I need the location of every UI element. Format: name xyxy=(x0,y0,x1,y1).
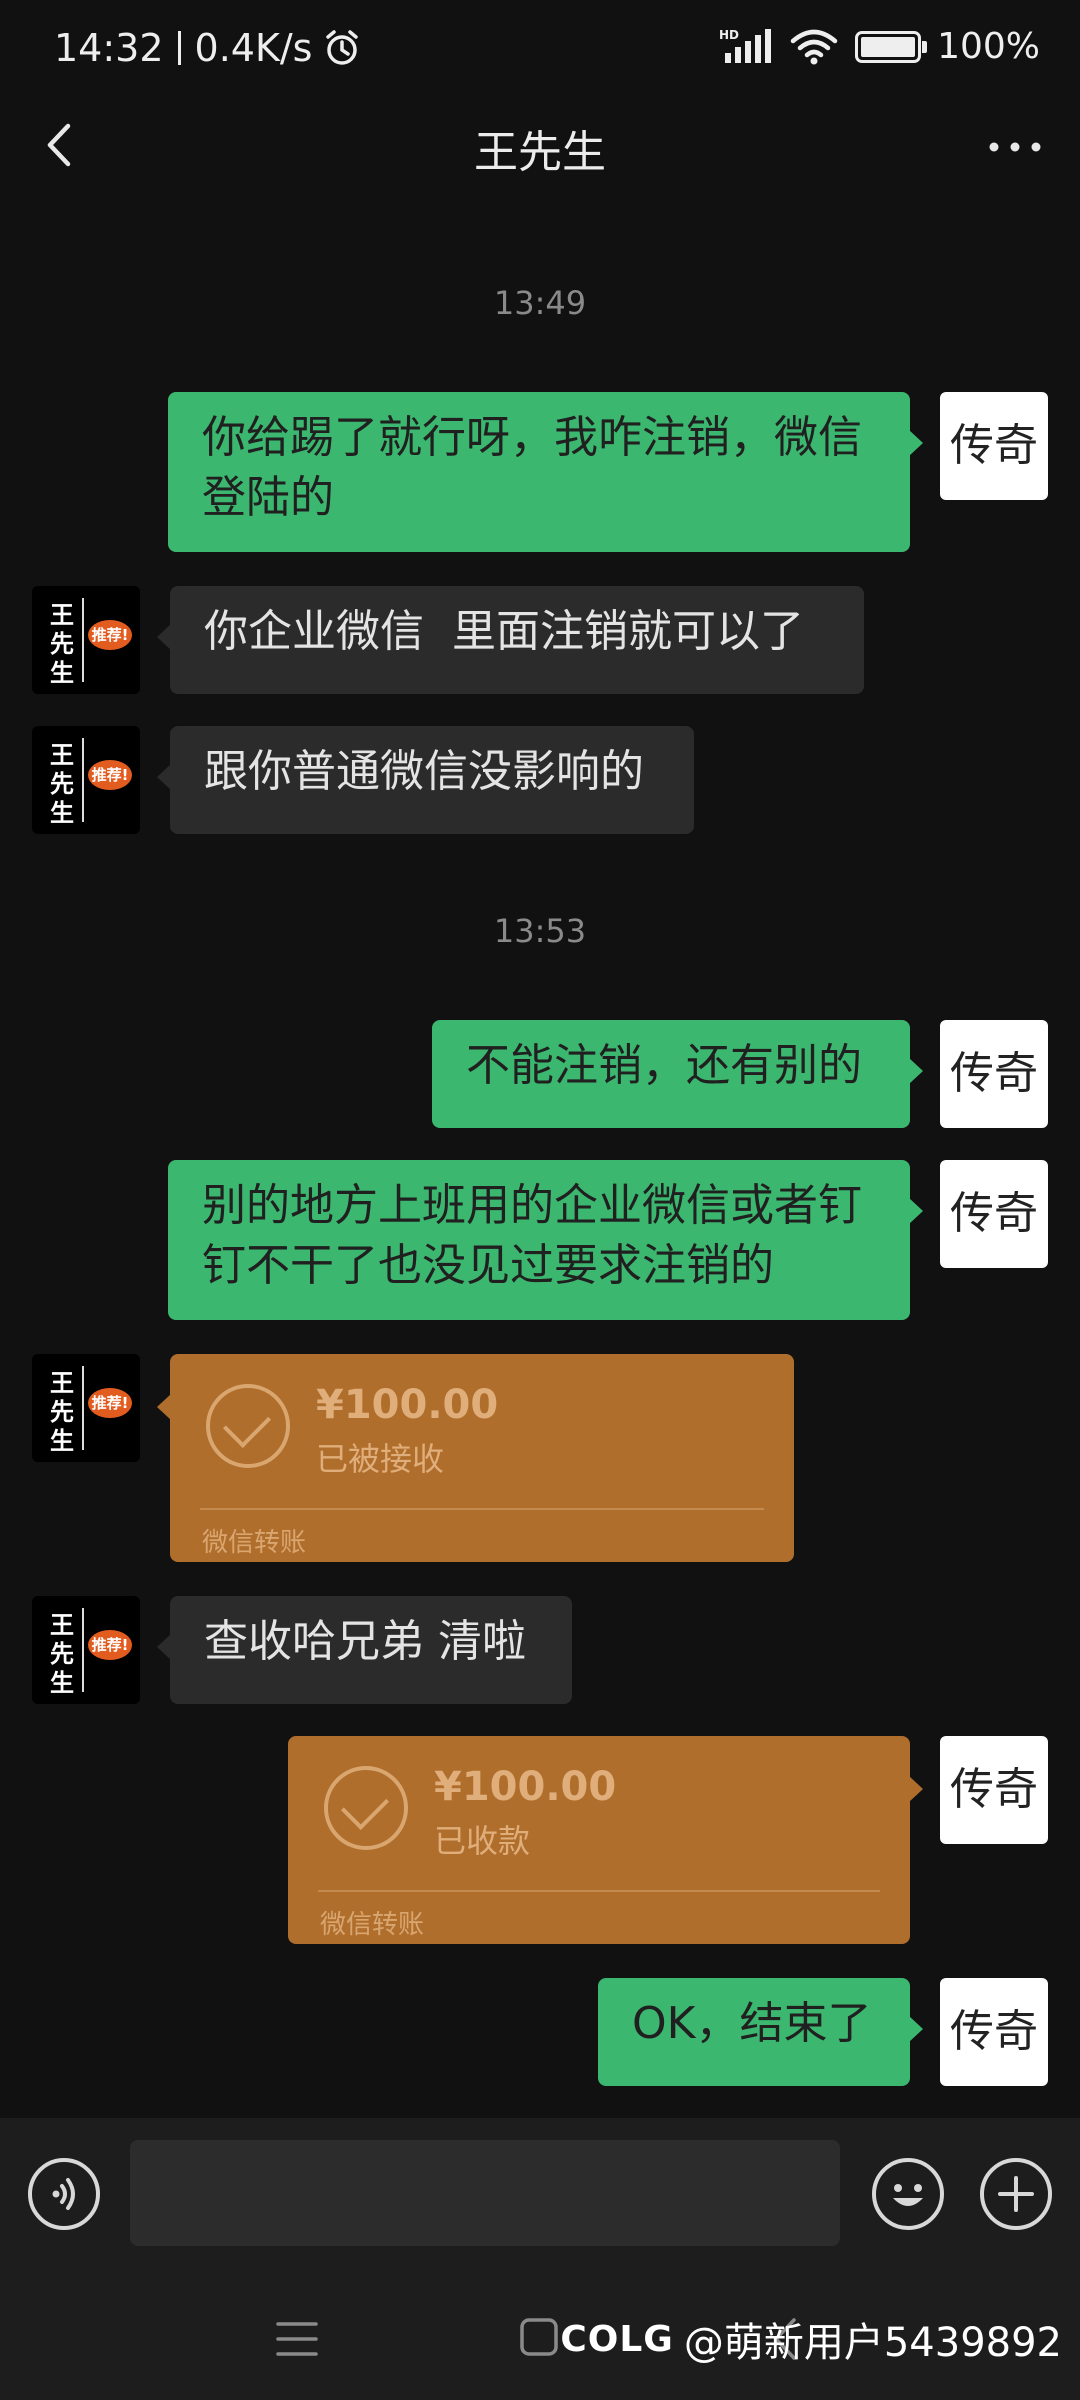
plus-icon xyxy=(998,2176,1034,2212)
chat-title: 王先生 xyxy=(474,127,606,178)
contact-avatar[interactable]: 王先生 推荐! xyxy=(32,1354,140,1462)
status-speed: 0.4K/s xyxy=(194,26,313,70)
contact-avatar[interactable]: 王先生 推荐! xyxy=(32,726,140,834)
avatar-divider xyxy=(82,1608,84,1692)
watermark: COLG @萌新用户5439892 xyxy=(560,2310,1062,2368)
message-timestamp: 13:49 xyxy=(493,284,587,322)
my-avatar-label: 传奇 xyxy=(950,420,1038,471)
avatar-badge: 推荐! xyxy=(88,620,132,650)
more-functions-button[interactable] xyxy=(980,2158,1052,2230)
status-time: 14:32 xyxy=(54,26,164,70)
chat-header: 王先生 xyxy=(0,100,1080,190)
network-label: HD xyxy=(719,28,739,42)
system-navigation-bar: COLG @萌新用户5439892 xyxy=(0,2278,1080,2400)
avatar-name: 王先生 xyxy=(50,740,74,827)
received-message-bubble[interactable]: 跟你普通微信没影响的 xyxy=(157,726,694,834)
avatar-divider xyxy=(82,598,84,682)
status-separator xyxy=(177,31,181,65)
watermark-logo: COLG xyxy=(560,2318,674,2360)
my-avatar-label: 传奇 xyxy=(950,1764,1038,1815)
sent-message-bubble[interactable]: OK，结束了 xyxy=(598,1978,923,2086)
transfer-amount: ¥100.00 xyxy=(316,1382,499,1428)
emoji-icon xyxy=(893,2184,923,2206)
avatar-divider xyxy=(82,1366,84,1450)
avatar-name: 王先生 xyxy=(50,1610,74,1697)
sent-message-bubble[interactable]: 不能注销，还有别的 xyxy=(432,1020,923,1128)
status-left: 14:32 0.4K/s xyxy=(54,26,362,70)
transfer-label: 微信转账 xyxy=(320,1910,425,1940)
my-avatar[interactable]: 传奇 xyxy=(940,1020,1048,1128)
message-timestamp: 13:53 xyxy=(493,912,587,950)
checkmark-icon xyxy=(324,1766,408,1850)
voice-button[interactable] xyxy=(28,2158,100,2230)
my-avatar[interactable]: 传奇 xyxy=(940,1736,1048,1844)
transfer-divider xyxy=(318,1890,880,1892)
checkmark-icon xyxy=(206,1384,290,1468)
contact-avatar[interactable]: 王先生 推荐! xyxy=(32,586,140,694)
more-dots-icon[interactable] xyxy=(980,112,1050,178)
received-message-bubble[interactable]: 查收哈兄弟 清啦 xyxy=(157,1596,572,1704)
transfer-card[interactable]: ¥100.00 已收款 微信转账 xyxy=(288,1736,923,1944)
avatar-name: 王先生 xyxy=(50,600,74,687)
signal-icon: HD xyxy=(719,28,772,63)
my-avatar-label: 传奇 xyxy=(950,1048,1038,1099)
transfer-divider xyxy=(200,1508,764,1510)
my-avatar[interactable]: 传奇 xyxy=(940,392,1048,500)
watermark-text: @萌新用户5439892 xyxy=(683,2320,1062,2366)
my-avatar[interactable]: 传奇 xyxy=(940,1978,1048,2086)
alarm-icon xyxy=(326,30,359,65)
transfer-status: 已收款 xyxy=(434,1822,531,1860)
sent-message-bubble[interactable]: 别的地方上班用的企业微信或者钉钉不干了也没见过要求注销的 xyxy=(168,1160,923,1320)
message-input[interactable] xyxy=(130,2140,840,2246)
menu-icon[interactable] xyxy=(272,2314,322,2364)
transfer-label: 微信转账 xyxy=(202,1528,307,1558)
wifi-icon xyxy=(790,29,838,64)
transfer-card[interactable]: ¥100.00 已被接收 微信转账 xyxy=(157,1354,794,1562)
received-message-bubble[interactable]: 你企业微信 里面注销就可以了 xyxy=(157,586,864,694)
avatar-divider xyxy=(82,738,84,822)
transfer-status: 已被接收 xyxy=(316,1440,445,1478)
input-bar xyxy=(0,2118,1080,2278)
contact-avatar[interactable]: 王先生 推荐! xyxy=(32,1596,140,1704)
transfer-amount: ¥100.00 xyxy=(434,1764,617,1810)
status-right: HD 100% xyxy=(719,26,1040,67)
home-icon[interactable] xyxy=(518,2316,562,2360)
my-avatar-label: 传奇 xyxy=(950,1188,1038,1239)
battery-level: 100% xyxy=(937,26,1040,67)
emoji-button[interactable] xyxy=(872,2158,944,2230)
voice-icon xyxy=(52,2178,75,2210)
sent-message-bubble[interactable]: 你给踢了就行呀，我咋注销，微信登陆的 xyxy=(168,392,923,552)
my-avatar[interactable]: 传奇 xyxy=(940,1160,1048,1268)
avatar-name: 王先生 xyxy=(50,1368,74,1455)
my-avatar-label: 传奇 xyxy=(950,2006,1038,2057)
avatar-badge: 推荐! xyxy=(88,760,132,790)
avatar-badge: 推荐! xyxy=(88,1388,132,1418)
status-bar: 14:32 0.4K/s HD 100% xyxy=(0,0,1080,100)
battery-icon xyxy=(855,30,928,63)
avatar-badge: 推荐! xyxy=(88,1630,132,1660)
